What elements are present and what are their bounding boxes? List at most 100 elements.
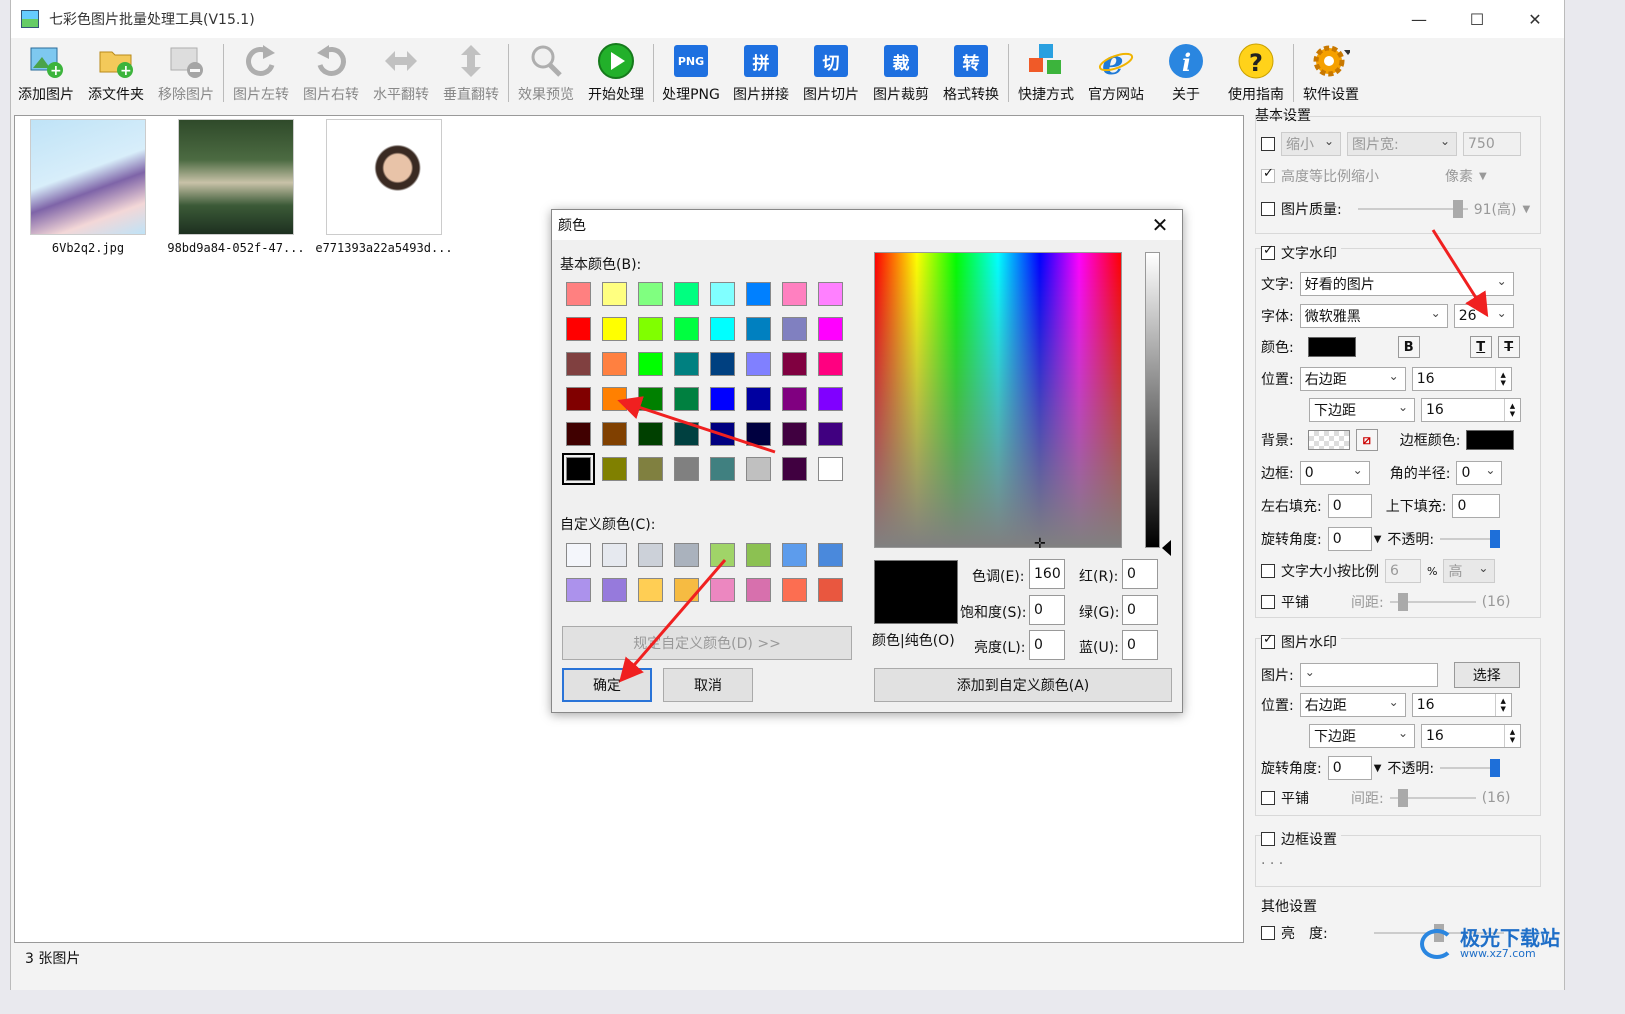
color-swatch[interactable] <box>638 422 663 446</box>
img-opacity-slider[interactable] <box>1440 758 1501 778</box>
color-swatch[interactable] <box>674 387 699 411</box>
color-swatch[interactable] <box>746 352 771 376</box>
color-swatch[interactable] <box>818 422 843 446</box>
add-custom-color-button[interactable]: 添加到自定义颜色(A) <box>874 668 1172 702</box>
unit-dropdown-icon[interactable]: ▼ <box>1479 171 1487 182</box>
color-swatch[interactable] <box>566 387 591 411</box>
font-size-select[interactable]: 26 <box>1453 304 1514 328</box>
color-swatch[interactable] <box>638 317 663 341</box>
color-swatch[interactable] <box>818 352 843 376</box>
color-swatch[interactable] <box>818 317 843 341</box>
remove-image-button[interactable]: 移除图片 <box>151 38 221 106</box>
color-swatch[interactable] <box>710 457 735 481</box>
blue-input[interactable]: 0 <box>1122 630 1158 660</box>
color-swatch[interactable] <box>638 352 663 376</box>
quality-slider[interactable] <box>1357 199 1468 219</box>
text-spacing-slider[interactable] <box>1389 592 1476 612</box>
color-swatch[interactable] <box>674 422 699 446</box>
minimize-button[interactable]: — <box>1390 0 1448 38</box>
color-swatch[interactable] <box>746 578 771 602</box>
color-swatch[interactable] <box>674 352 699 376</box>
color-swatch[interactable] <box>782 422 807 446</box>
green-input[interactable]: 0 <box>1122 595 1158 625</box>
rotate-input[interactable]: 0 <box>1327 527 1372 551</box>
tile-text-checkbox[interactable] <box>1261 595 1275 609</box>
dialog-close-button[interactable]: ✕ <box>1138 210 1182 240</box>
background-swatch[interactable] <box>1307 430 1350 450</box>
color-swatch[interactable] <box>602 457 627 481</box>
ok-button[interactable]: 确定 <box>562 668 652 702</box>
color-swatch[interactable] <box>638 543 663 567</box>
luminance-pointer-icon[interactable] <box>1162 540 1171 556</box>
pad-lr-input[interactable]: 0 <box>1327 494 1372 518</box>
rotate-right-button[interactable]: 图片右转 <box>296 38 366 106</box>
pos-x-input[interactable]: 16 ▲ ▼ <box>1411 367 1512 391</box>
color-spectrum[interactable] <box>874 252 1122 548</box>
font-select[interactable]: 微软雅黑 <box>1299 304 1448 328</box>
choose-image-button[interactable]: 选择 <box>1453 662 1520 688</box>
settings-button[interactable]: 软件设置 <box>1296 38 1366 106</box>
color-swatch[interactable] <box>818 282 843 306</box>
opacity-slider[interactable] <box>1440 529 1501 549</box>
luminance-input[interactable]: 0 <box>1029 630 1065 660</box>
maximize-button[interactable]: ☐ <box>1448 0 1506 38</box>
add-image-button[interactable]: + 添加图片 <box>11 38 81 106</box>
color-swatch[interactable] <box>674 578 699 602</box>
img-pos-y-input[interactable]: 16 ▲ ▼ <box>1421 724 1521 748</box>
color-swatch[interactable] <box>746 422 771 446</box>
saturation-input[interactable]: 0 <box>1029 595 1065 625</box>
image-item[interactable]: 6Vb2q2.jpg <box>30 119 146 255</box>
color-swatch[interactable] <box>746 387 771 411</box>
stitch-button[interactable]: 拼图片拼接 <box>726 38 796 106</box>
shrink-select[interactable]: 缩小 <box>1281 132 1341 156</box>
color-swatch[interactable] <box>674 282 699 306</box>
color-swatch[interactable] <box>674 543 699 567</box>
brightness-checkbox[interactable] <box>1261 926 1275 940</box>
color-swatch[interactable] <box>566 543 591 567</box>
color-swatch[interactable] <box>818 543 843 567</box>
color-swatch[interactable] <box>602 282 627 306</box>
border-color-swatch[interactable] <box>1466 430 1515 450</box>
image-watermark-checkbox[interactable] <box>1261 632 1275 649</box>
flip-horizontal-button[interactable]: 水平翻转 <box>366 38 436 106</box>
luminance-bar[interactable] <box>1145 252 1160 548</box>
color-swatch[interactable] <box>746 457 771 481</box>
color-swatch[interactable] <box>710 543 735 567</box>
color-swatch[interactable] <box>638 578 663 602</box>
color-swatch[interactable] <box>746 282 771 306</box>
color-swatch[interactable] <box>710 352 735 376</box>
pos-y-select[interactable]: 下边距 <box>1309 398 1415 422</box>
color-swatch[interactable] <box>566 352 591 376</box>
color-swatch[interactable] <box>566 282 591 306</box>
color-swatch[interactable] <box>746 543 771 567</box>
color-swatch[interactable] <box>638 387 663 411</box>
img-pos-x-select[interactable]: 右边距 <box>1299 693 1406 717</box>
scale-input[interactable]: 6 <box>1385 559 1421 583</box>
text-color-swatch[interactable] <box>1307 337 1356 357</box>
strike-button[interactable]: T <box>1497 336 1520 358</box>
shortcut-button[interactable]: 快捷方式 <box>1011 38 1081 106</box>
image-item[interactable]: e771393a22a5493d... <box>315 119 453 255</box>
color-swatch[interactable] <box>674 317 699 341</box>
color-swatch[interactable] <box>602 422 627 446</box>
img-pos-x-input[interactable]: 16 ▲ ▼ <box>1411 693 1512 717</box>
color-swatch[interactable] <box>782 387 807 411</box>
color-swatch[interactable] <box>818 387 843 411</box>
color-swatch[interactable] <box>638 282 663 306</box>
width-mode-select[interactable]: 图片宽: <box>1347 132 1457 156</box>
img-rotate-input[interactable]: 0 <box>1327 756 1372 780</box>
rotate-left-button[interactable]: 图片左转 <box>226 38 296 106</box>
keep-ratio-checkbox[interactable] <box>1261 166 1275 183</box>
color-swatch[interactable] <box>674 457 699 481</box>
quality-checkbox[interactable] <box>1261 202 1275 216</box>
color-swatch[interactable] <box>782 457 807 481</box>
flip-vertical-button[interactable]: 垂直翻转 <box>436 38 506 106</box>
color-swatch[interactable] <box>710 422 735 446</box>
rotate-dropdown-icon[interactable]: ▼ <box>1374 534 1382 545</box>
website-button[interactable]: e 官方网站 <box>1081 38 1151 106</box>
hue-input[interactable]: 160 <box>1029 559 1065 589</box>
color-swatch[interactable] <box>566 317 591 341</box>
about-button[interactable]: i 关于 <box>1151 38 1221 106</box>
preview-button[interactable]: 效果预览 <box>511 38 581 106</box>
bold-button[interactable]: B <box>1397 336 1420 358</box>
